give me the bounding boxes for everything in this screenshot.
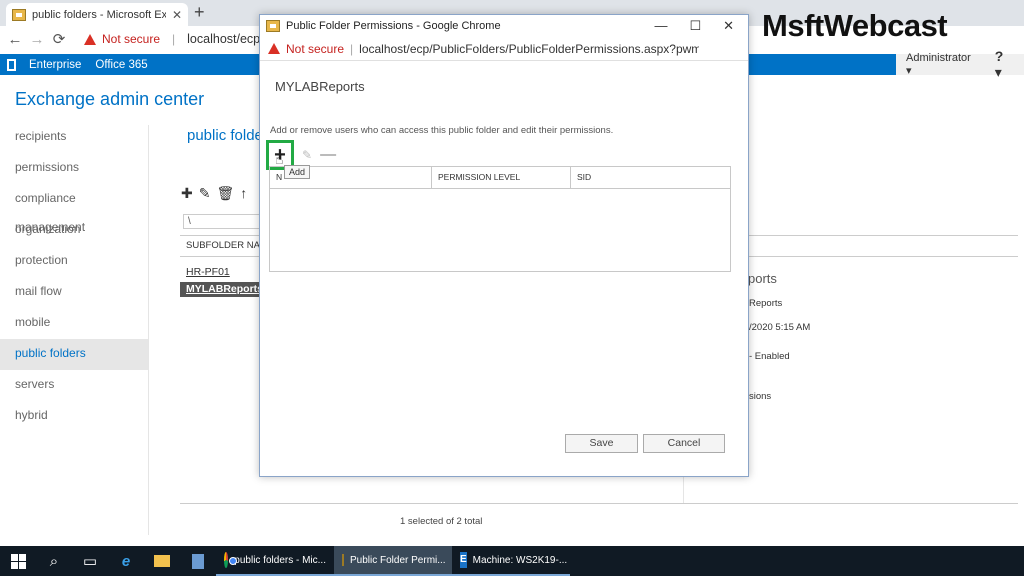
- taskbar-app-label: Machine: WS2K19-...: [472, 554, 568, 566]
- permissions-description: Add or remove users who can access this …: [270, 125, 614, 136]
- close-tab-icon[interactable]: ✕: [172, 8, 182, 22]
- delete-icon[interactable]: 🗑: [216, 185, 234, 202]
- url-text: localhost/ecp/: [187, 32, 264, 46]
- up-arrow-icon[interactable]: ↑: [240, 185, 247, 202]
- taskbar-app-machine[interactable]: E Machine: WS2K19-...: [452, 546, 570, 576]
- edit-icon[interactable]: ✎: [199, 185, 211, 202]
- table-row-selected[interactable]: MYLABReports: [180, 282, 263, 297]
- popup-address-bar[interactable]: Not secure | localhost/ecp/PublicFolders…: [260, 37, 748, 61]
- search-icon[interactable]: ⌕: [36, 546, 72, 576]
- tab-title: public folders - Microsoft Exchan: [32, 8, 166, 21]
- office365-link[interactable]: Office 365: [88, 59, 154, 71]
- section-title: public folder: [187, 127, 268, 144]
- taskbar-app-permissions[interactable]: Public Folder Permi...: [334, 546, 452, 576]
- permissions-table: N PERMISSION LEVEL SID: [269, 166, 731, 272]
- folder-toolbar: ✚ ✎ 🗑 ↑: [181, 185, 247, 202]
- cancel-button[interactable]: Cancel: [643, 434, 725, 453]
- file-explorer-icon[interactable]: [144, 546, 180, 576]
- office-logo-icon[interactable]: [0, 54, 22, 75]
- new-tab-button[interactable]: +: [194, 2, 205, 23]
- nav-item-organization[interactable]: organization: [0, 215, 149, 246]
- permissions-popup-window: Public Folder Permissions - Google Chrom…: [259, 14, 749, 477]
- taskbar: ⌕ ▭ e public folders - Mic... Public Fol…: [0, 546, 1024, 576]
- windows-logo-icon: [10, 553, 26, 569]
- details-line: - Enabled: [749, 351, 790, 362]
- internet-explorer-icon[interactable]: e: [108, 546, 144, 576]
- nav-item-permissions[interactable]: permissions: [0, 153, 149, 184]
- details-line: Reports: [749, 298, 783, 309]
- chrome-icon: [224, 552, 238, 568]
- nav-item-compliance[interactable]: compliance management: [0, 184, 149, 234]
- admin-menu[interactable]: Administrator ▾: [906, 52, 979, 77]
- reload-button[interactable]: ⟳: [48, 30, 70, 48]
- nav-item-servers[interactable]: servers: [0, 370, 149, 401]
- address-bar[interactable]: Not secure | localhost/ecp/: [84, 32, 264, 46]
- nav-item-protection[interactable]: protection: [0, 246, 149, 277]
- enterprise-link[interactable]: Enterprise: [22, 59, 88, 71]
- nav-divider: [148, 125, 149, 535]
- taskbar-app-label: Public Folder Permi...: [350, 554, 446, 566]
- nav-item-public-folders[interactable]: public folders: [0, 339, 149, 370]
- not-secure-label: Not secure: [102, 32, 161, 46]
- details-line: /2020 5:15 AM: [749, 322, 811, 333]
- selection-count: 1 selected of 2 total: [400, 516, 483, 527]
- table-row[interactable]: HR-PF01: [186, 266, 230, 278]
- popup-title: Public Folder Permissions - Google Chrom…: [286, 20, 501, 32]
- path-input[interactable]: \: [183, 214, 263, 229]
- browser-tab[interactable]: public folders - Microsoft Exchan ✕: [6, 3, 188, 26]
- warning-icon: [268, 43, 280, 54]
- details-title: ports: [748, 271, 777, 286]
- remove-icon[interactable]: —: [320, 146, 336, 164]
- nav-item-hybrid[interactable]: hybrid: [0, 401, 149, 432]
- page-title: Exchange admin center: [15, 89, 205, 109]
- column-header-sid[interactable]: SID: [571, 167, 730, 188]
- forward-button[interactable]: →: [26, 31, 48, 48]
- exchange-icon: E: [460, 552, 467, 568]
- edit-icon[interactable]: ✎: [302, 148, 312, 162]
- minimize-button[interactable]: —: [654, 18, 667, 34]
- popup-url: localhost/ecp/PublicFolders/PublicFolder…: [359, 41, 700, 56]
- start-button[interactable]: [0, 546, 36, 576]
- folder-name-heading: MYLABReports: [275, 79, 365, 94]
- nav-item-mobile[interactable]: mobile: [0, 308, 149, 339]
- list-footer-divider: [180, 503, 1018, 504]
- permissions-table-header: N PERMISSION LEVEL SID: [270, 167, 730, 189]
- envelope-icon: [342, 554, 344, 566]
- maximize-button[interactable]: ☐: [689, 18, 701, 34]
- add-tooltip: Add: [284, 165, 311, 179]
- help-menu[interactable]: ? ▾: [995, 48, 1014, 81]
- save-button[interactable]: Save: [565, 434, 638, 453]
- nav-item-recipients[interactable]: recipients: [0, 122, 149, 153]
- task-view-icon[interactable]: ▭: [72, 546, 108, 576]
- close-button[interactable]: ✕: [723, 18, 734, 34]
- taskbar-app-chrome[interactable]: public folders - Mic...: [216, 546, 334, 576]
- taskbar-app-label: public folders - Mic...: [234, 554, 326, 566]
- column-header-permission-level[interactable]: PERMISSION LEVEL: [432, 167, 571, 188]
- server-manager-icon[interactable]: [180, 546, 216, 576]
- warning-icon: [84, 33, 96, 45]
- back-button[interactable]: ←: [4, 31, 26, 48]
- add-icon[interactable]: ✚: [181, 185, 193, 202]
- nav-item-mail-flow[interactable]: mail flow: [0, 277, 149, 308]
- suite-user-area: Administrator ▾ ? ▾: [896, 48, 1024, 80]
- left-nav: recipients permissions compliance manage…: [0, 122, 149, 432]
- hand-cursor-icon: ☝: [275, 151, 284, 167]
- envelope-icon: [266, 20, 280, 32]
- details-line: sions: [749, 391, 772, 402]
- watermark-logo: MsftWebcast: [762, 8, 948, 43]
- envelope-icon: [12, 8, 26, 21]
- not-secure-label: Not secure: [286, 41, 345, 56]
- popup-titlebar[interactable]: Public Folder Permissions - Google Chrom…: [260, 15, 748, 37]
